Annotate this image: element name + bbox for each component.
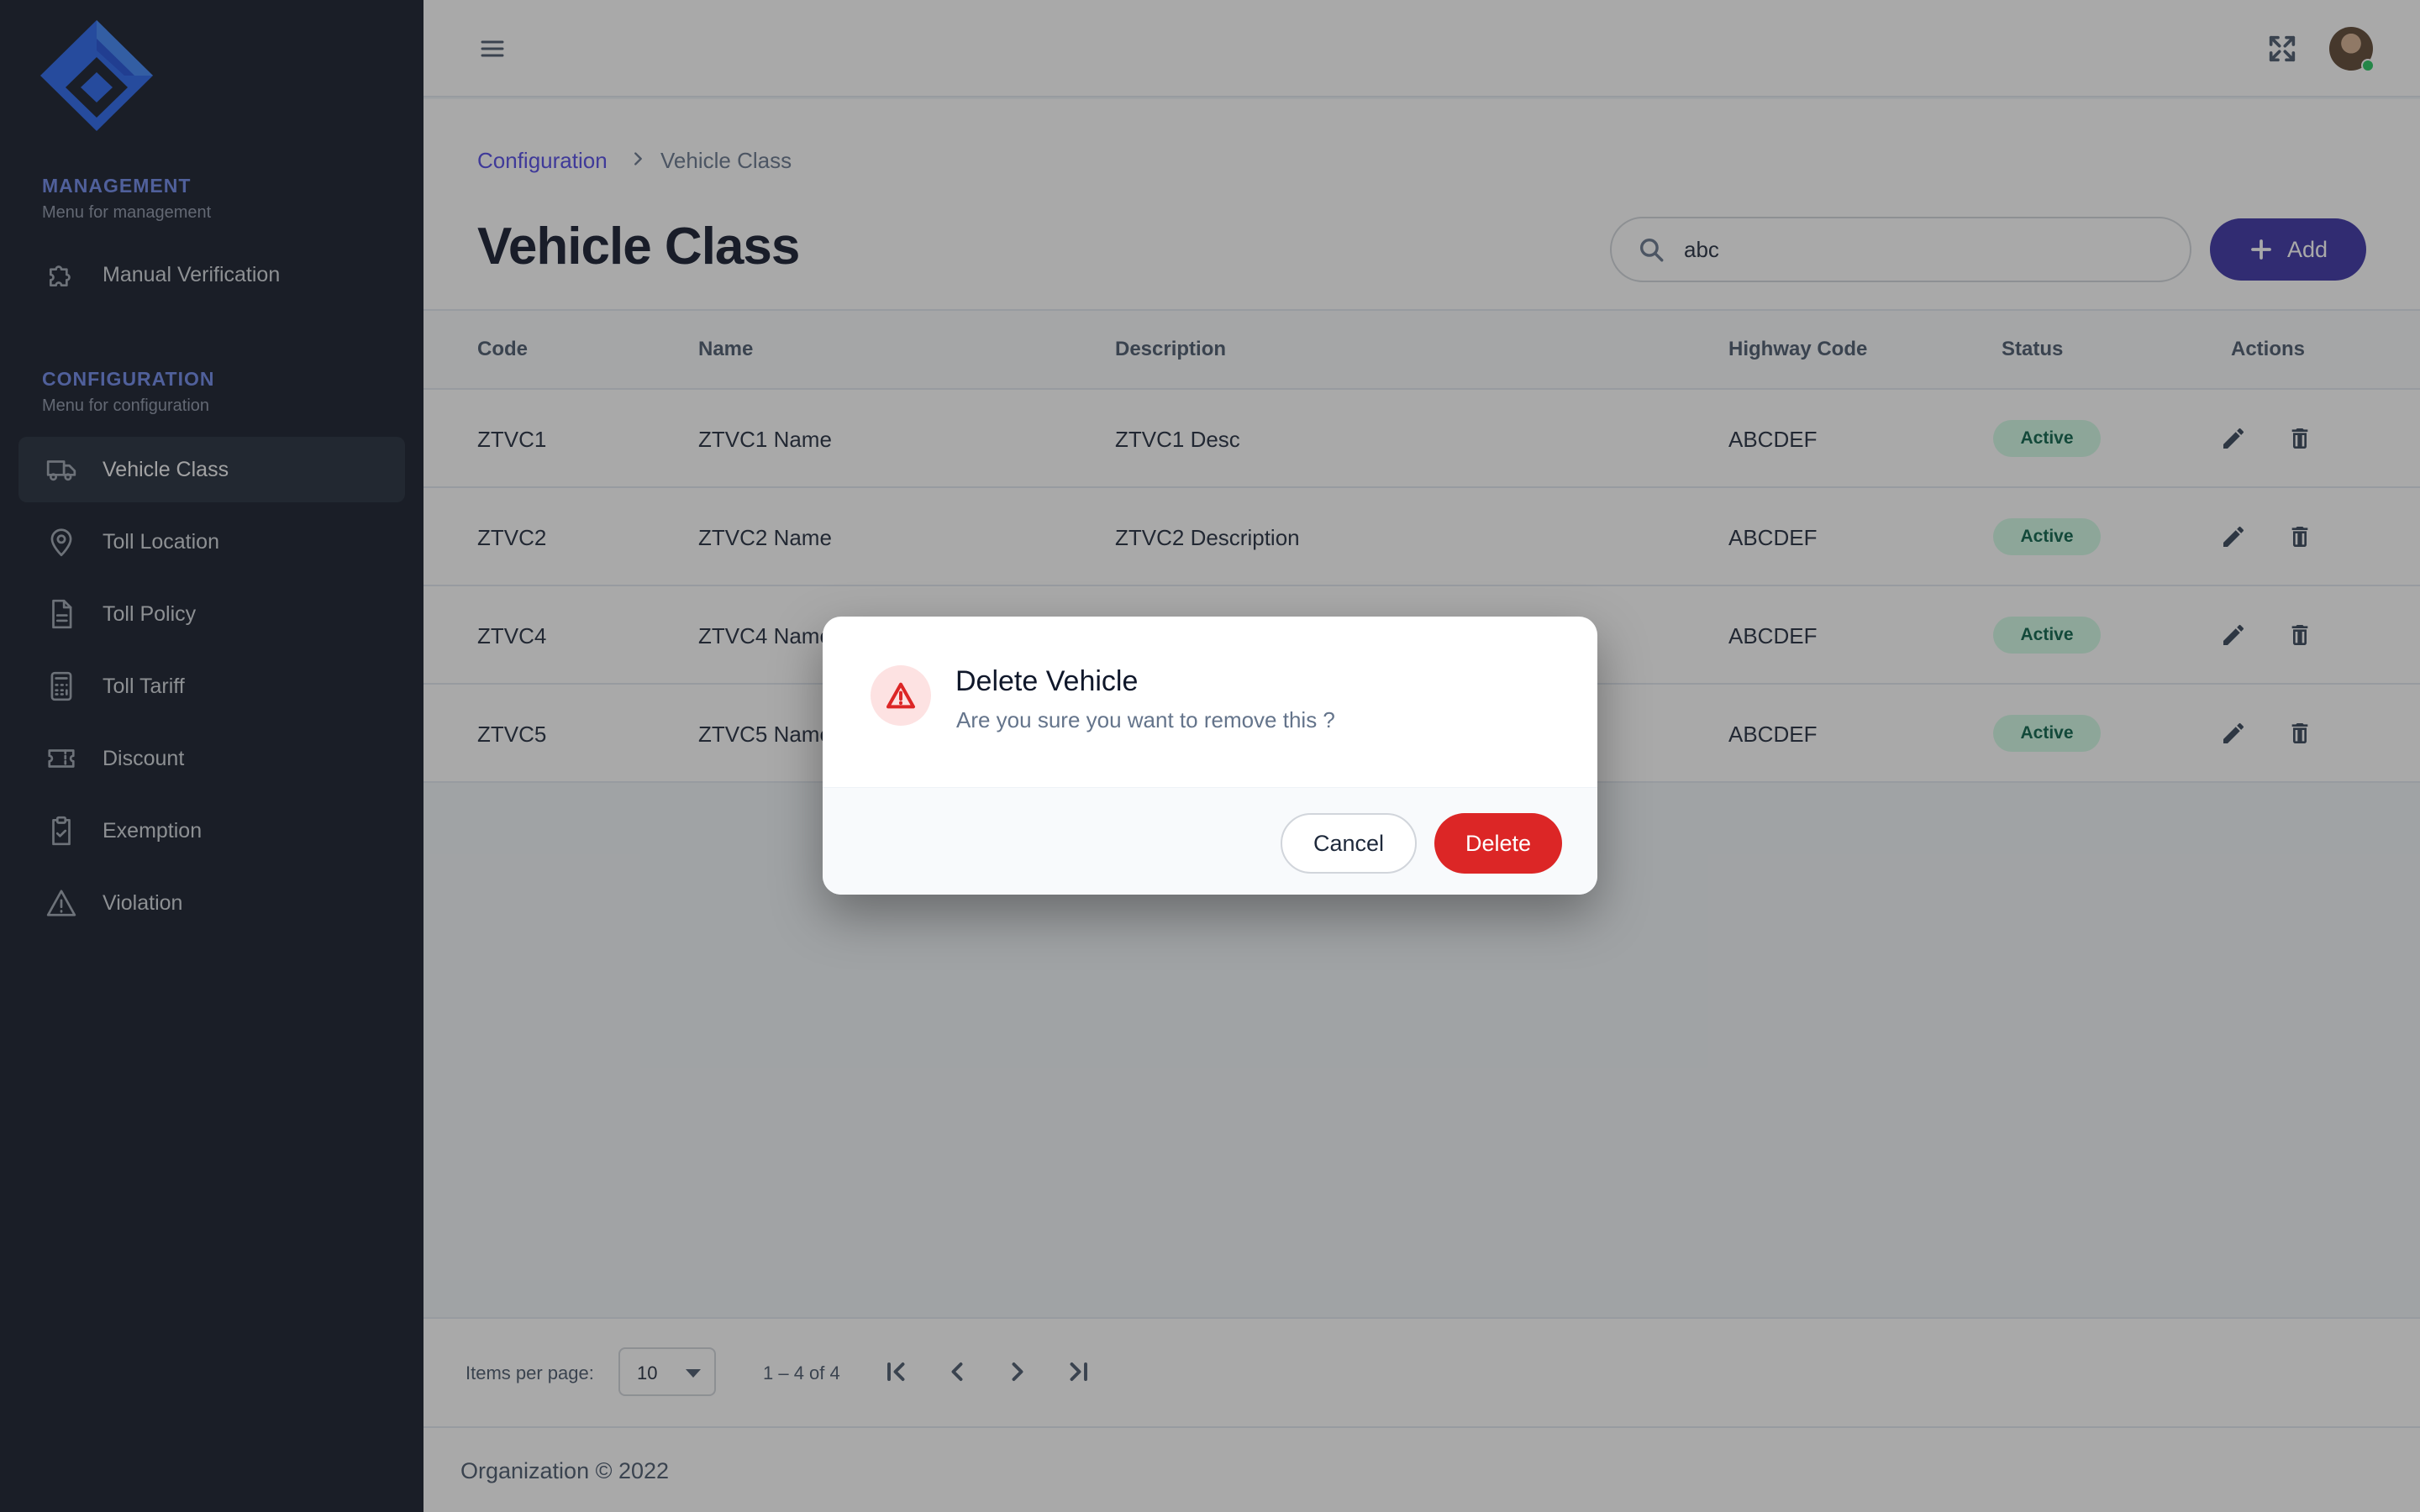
confirm-delete-button[interactable]: Delete — [1434, 813, 1562, 874]
delete-confirmation-dialog: Delete Vehicle Are you sure you want to … — [823, 617, 1597, 895]
cancel-button[interactable]: Cancel — [1281, 813, 1417, 874]
dialog-message: Are you sure you want to remove this ? — [956, 707, 1335, 732]
dialog-title: Delete Vehicle — [955, 665, 1139, 697]
dialog-actions: Cancel Delete — [823, 787, 1597, 895]
warning-icon — [871, 665, 931, 726]
